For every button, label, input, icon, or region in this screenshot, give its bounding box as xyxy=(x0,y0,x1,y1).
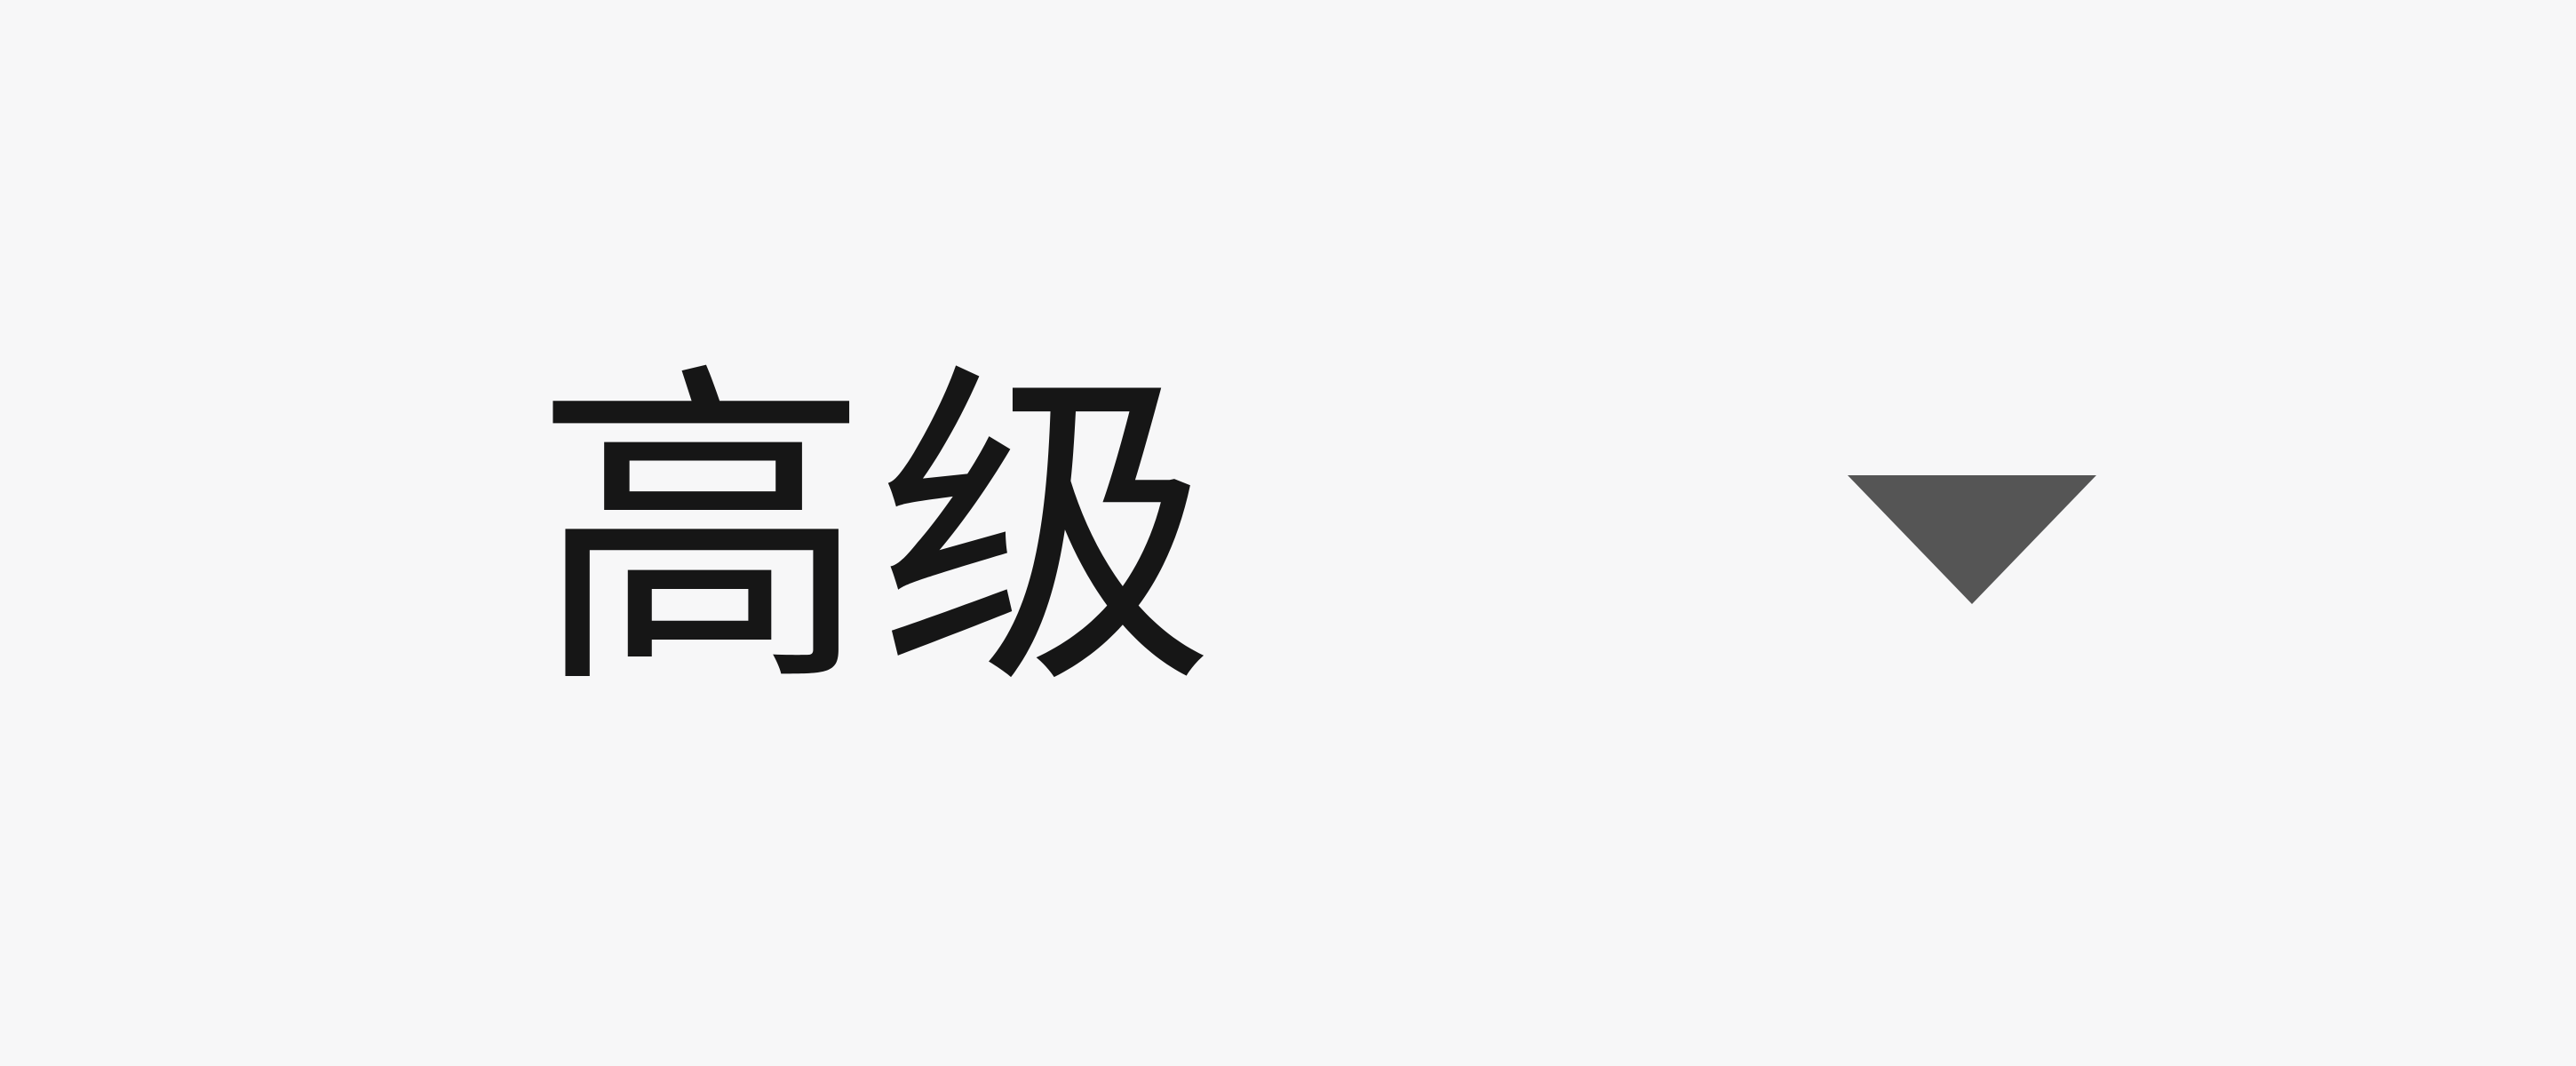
advanced-dropdown-label: 高级 xyxy=(533,336,1222,729)
advanced-dropdown[interactable]: 高级 xyxy=(533,329,2167,737)
caret-down-icon[interactable] xyxy=(1848,475,2096,604)
